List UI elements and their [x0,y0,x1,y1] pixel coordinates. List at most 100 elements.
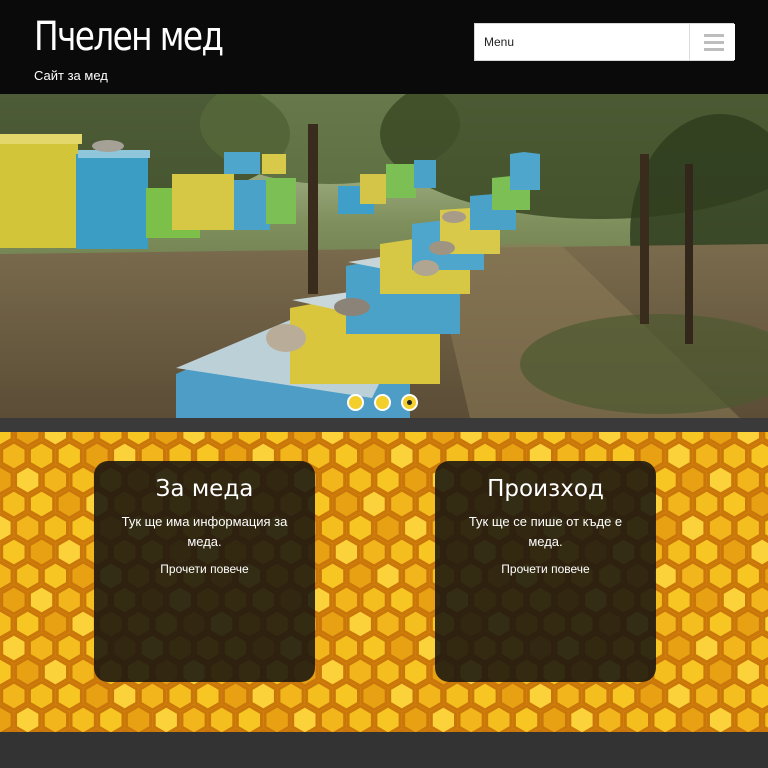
read-more-link[interactable]: Прочети повече [94,562,315,576]
honeycomb-cell [679,512,707,544]
honeycomb-cell [291,704,319,732]
honeycomb-cell [263,704,291,732]
honeycomb-cell [27,632,56,664]
honeycomb-cell [360,632,388,664]
honeycomb-cell [27,488,56,520]
honeycomb-cell [221,680,250,712]
beehives-photo [0,94,768,418]
honeycomb-cell [332,584,360,616]
site-tagline: Сайт за мед [34,68,108,83]
honeycomb-cell [720,680,748,712]
honeycomb-cell [194,680,222,712]
honeycomb-cell [720,440,748,472]
honeycomb-cell [679,656,707,688]
honeycomb-cell [318,512,347,544]
honeycomb-cell [346,608,374,640]
honeycomb-cell [748,680,768,712]
honeycomb-cell [166,680,194,712]
honeycomb-cell [388,488,416,520]
honeycomb-cell [734,704,762,732]
card-title: За меда [155,476,254,502]
image-slider [0,94,768,418]
honeycomb-section: За меда Тук ще има информация за меда. П… [0,432,768,732]
honeycomb-cell [388,584,416,616]
honeycomb-cell [651,704,679,732]
honeycomb-cell [665,632,693,664]
honeycomb-cell [706,560,735,592]
honeycomb-cell [568,704,596,732]
honeycomb-cell [388,632,416,664]
honeycomb-cell [249,680,277,712]
honeycomb-cell [277,680,305,712]
honeycomb-cell [346,560,374,592]
honeycomb-cell [734,656,762,688]
honeycomb-cell [706,512,735,544]
honeycomb-cell [734,608,762,640]
honeycomb-cell [374,512,402,544]
honeycomb-cell [499,680,527,712]
honeycomb-cell [679,464,707,496]
honeycomb-cell [679,704,707,732]
honeycomb-cell [734,464,762,496]
honeycomb-cell [41,608,69,640]
honeycomb-cell [332,680,360,712]
honeycomb-cell [457,704,485,732]
info-card-origin: Произход Тук ще се пише от къде е меда. … [435,461,656,682]
honeycomb-cell [69,656,97,688]
honeycomb-cell [318,608,347,640]
honeycomb-cell [402,608,430,640]
read-more-link[interactable]: Прочети повече [435,562,656,576]
honeycomb-cell [41,560,69,592]
honeycomb-cell [0,440,28,472]
honeycomb-cell [665,584,693,616]
honeycomb-cell [360,488,388,520]
honeycomb-cell [124,704,153,732]
honeycomb-cell [651,512,679,544]
honeycomb-cell [402,560,430,592]
honeycomb-cell [748,488,768,520]
hamburger-icon[interactable] [689,24,735,60]
honeycomb-cell [305,680,333,712]
slide-dot-3[interactable] [401,394,418,411]
honeycomb-cell [208,704,236,732]
honeycomb-cell [374,560,402,592]
honeycomb-cell [360,584,388,616]
honeycomb-cell [402,464,430,496]
site-title[interactable]: Пчелен мед [34,14,224,60]
honeycomb-cell [0,656,14,688]
honeycomb-cell [41,704,69,732]
honeycomb-cell [471,680,499,712]
card-text: Тук ще се пише от къде е меда. [468,514,623,549]
honeycomb-cell [415,680,444,712]
honeycomb-cell [582,680,610,712]
honeycomb-cell [720,632,748,664]
honeycomb-cell [693,536,721,568]
honeycomb-cell [83,680,111,712]
honeycomb-cell [374,608,402,640]
honeycomb-cell [318,560,347,592]
honeycomb-cell [0,536,28,568]
slide-dot-2[interactable] [374,394,391,411]
honeycomb-cell [402,656,430,688]
honeycomb-cell [97,704,125,732]
honeycomb-cell [235,704,263,732]
honeycomb-cell [554,680,582,712]
honeycomb-cell [152,704,180,732]
menu-dropdown[interactable]: Menu [474,23,735,61]
slide-dot-1[interactable] [347,394,364,411]
honeycomb-cell [374,464,402,496]
honeycomb-cell [0,488,28,520]
honeycomb-cell [14,656,42,688]
honeycomb-cell [665,680,693,712]
honeycomb-cell [69,512,97,544]
honeycomb-cell [388,440,416,472]
honeycomb-cell [512,704,541,732]
honeycomb-cell [706,704,735,732]
honeycomb-cell [0,464,14,496]
honeycomb-cell [41,512,69,544]
honeycomb-cell [180,704,208,732]
honeycomb-cell [360,440,388,472]
honeycomb-cell [693,440,721,472]
honeycomb-cell [332,488,360,520]
honeycomb-cell [596,704,624,732]
